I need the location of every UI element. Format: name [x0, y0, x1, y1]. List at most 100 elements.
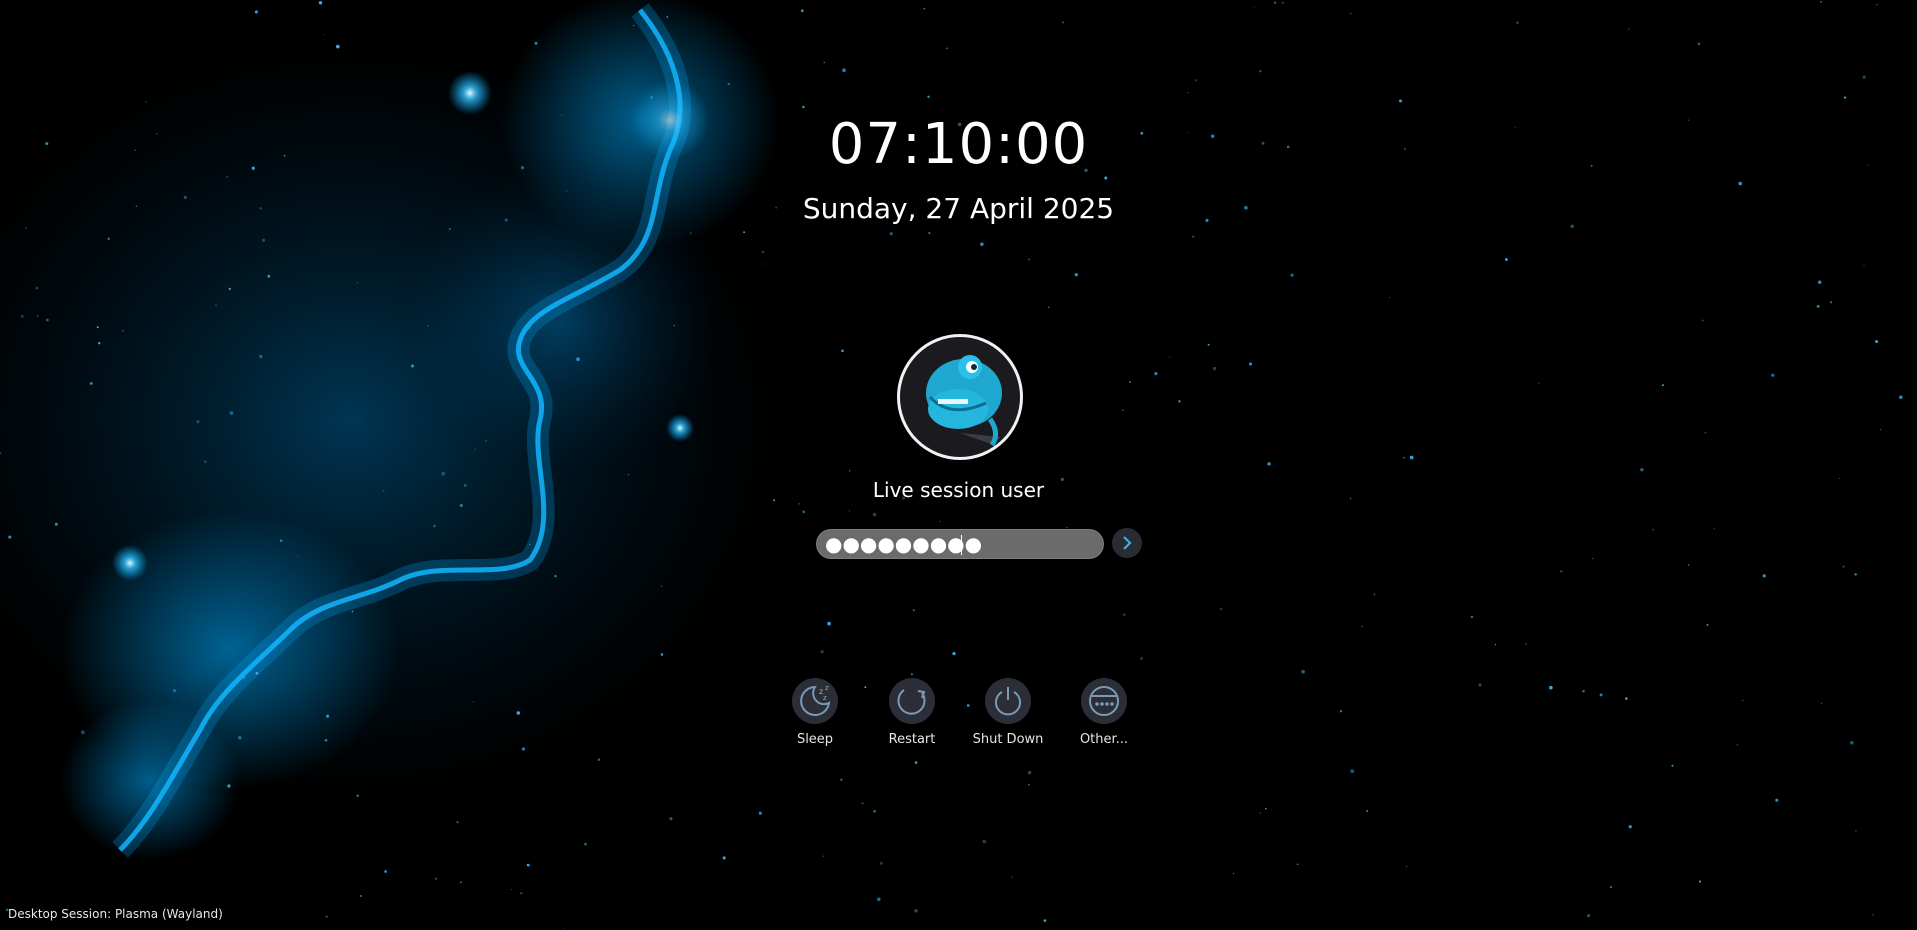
star-dot — [356, 794, 359, 798]
star-dot — [822, 855, 825, 857]
star-dot — [1843, 96, 1847, 99]
star-dot — [1640, 468, 1644, 472]
arrow-right-icon — [1123, 536, 1132, 550]
star-dot — [384, 870, 387, 873]
star-dot — [1854, 573, 1857, 576]
star-dot — [1560, 570, 1563, 573]
star-dot — [228, 287, 231, 290]
star-dot — [1253, 6, 1256, 8]
star-dot — [1699, 880, 1702, 883]
star-dot — [238, 735, 242, 740]
star-dot — [1259, 70, 1262, 73]
star-dot — [1842, 565, 1845, 568]
star-dot — [1259, 812, 1262, 814]
star-dot — [1373, 593, 1376, 596]
star-dot — [1406, 865, 1408, 868]
star-dot — [89, 381, 93, 385]
star-dot — [1736, 744, 1738, 746]
star-dot — [1688, 564, 1690, 566]
star-dot — [1123, 613, 1126, 616]
sleep-label: Sleep — [796, 732, 834, 747]
star-dot — [433, 524, 436, 528]
restart-button[interactable]: Restart — [862, 678, 962, 747]
star-dot — [873, 809, 876, 813]
star-dot — [1817, 280, 1822, 285]
star-dot — [472, 701, 474, 703]
power-icon — [995, 687, 1021, 716]
star-dot — [660, 585, 663, 587]
star-dot — [980, 242, 984, 246]
star-dot — [982, 839, 987, 844]
star-dot — [1470, 615, 1474, 619]
star-dot — [510, 888, 512, 891]
star-dot — [215, 304, 217, 306]
star-dot — [360, 895, 362, 897]
star-dot — [1898, 395, 1903, 400]
star-dot — [1192, 235, 1195, 238]
star-dot — [1628, 28, 1630, 30]
star-dot — [521, 747, 526, 751]
star-dot — [227, 784, 231, 788]
star-dot — [297, 555, 299, 557]
star-dot — [229, 411, 234, 415]
star-dot — [351, 610, 354, 613]
star-dot — [761, 263, 763, 265]
other-icon-circle — [1081, 678, 1127, 724]
star-dot — [1220, 608, 1222, 610]
star-dot — [1028, 258, 1031, 261]
restart-label: Restart — [888, 732, 936, 747]
star-dot — [1043, 919, 1047, 922]
star-dot — [1742, 699, 1744, 702]
star-dot — [1409, 455, 1414, 460]
star-dot — [761, 250, 765, 254]
star-dot — [1829, 301, 1833, 304]
star-dot — [1273, 1, 1277, 4]
other-label: Other... — [1079, 732, 1129, 747]
star-dot — [889, 232, 893, 236]
star-dot — [1609, 886, 1612, 889]
star-dot — [107, 237, 111, 240]
star-dot — [666, 16, 669, 18]
star-dot — [1027, 770, 1032, 775]
star-dot — [1290, 273, 1294, 277]
star-dot — [1154, 372, 1158, 376]
password-input[interactable] — [825, 532, 1093, 556]
star-dot — [335, 44, 340, 49]
star-dot — [80, 730, 85, 735]
star-dot — [1697, 42, 1701, 46]
star-dot — [1339, 710, 1343, 713]
star-dot — [1738, 181, 1743, 186]
restart-icon — [897, 689, 926, 715]
star-dot — [324, 739, 328, 742]
star-dot — [802, 105, 805, 109]
other-button[interactable]: Other... — [1054, 678, 1154, 747]
star-dot — [196, 420, 200, 424]
star-dot — [1195, 79, 1198, 82]
star-dot — [872, 512, 877, 517]
star-dot — [1301, 670, 1305, 674]
star-dot — [1592, 558, 1594, 560]
star-dot — [528, 327, 531, 329]
star-dot — [1652, 528, 1655, 531]
restart-icon-circle — [889, 678, 935, 724]
star-dot — [460, 881, 462, 884]
sleep-button[interactable]: z z z Sleep — [765, 678, 865, 747]
login-submit-button[interactable] — [1112, 528, 1142, 558]
star-dot — [1232, 872, 1235, 875]
star-dot — [1389, 296, 1391, 299]
star-dot — [946, 47, 948, 50]
username-label: Live session user — [872, 478, 1045, 502]
star-dot — [485, 440, 487, 442]
star-dot — [1494, 643, 1497, 646]
svg-text:z: z — [825, 684, 829, 692]
text-caret — [961, 535, 962, 555]
star-dot — [35, 286, 39, 290]
star-dot — [914, 909, 918, 913]
star-dot — [1178, 400, 1181, 403]
star-dot — [434, 877, 437, 880]
shutdown-button[interactable]: Shut Down — [958, 678, 1058, 747]
star-dot — [254, 10, 258, 14]
star-dot — [147, 818, 149, 821]
star-dot — [758, 811, 762, 815]
desktop-session-selector[interactable]: Desktop Session: Plasma (Wayland) — [8, 907, 223, 921]
